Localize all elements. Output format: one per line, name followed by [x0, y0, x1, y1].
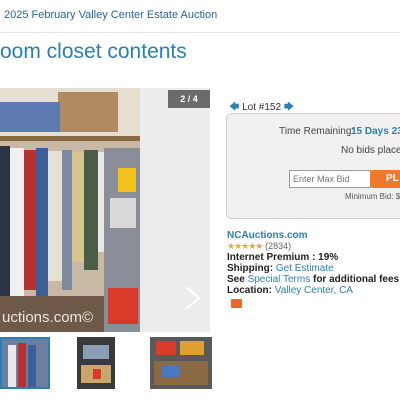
chevron-right-icon[interactable] [182, 286, 202, 310]
minimum-bid: Minimum Bid: $1 [345, 192, 400, 201]
main-photo[interactable]: uctions.com© [0, 88, 140, 332]
thumbnail-1[interactable] [0, 337, 50, 389]
arrow-right-icon[interactable]: 🡆 [284, 102, 294, 113]
rating-count: (2834) [265, 241, 292, 251]
time-remaining-label: Time Remaining: [279, 126, 355, 137]
location-label: Location: [227, 285, 272, 296]
terms-prefix: See [227, 274, 245, 285]
premium-label: Internet Premium : [227, 252, 316, 263]
place-bid-button[interactable]: PL [370, 170, 400, 188]
bid-status: No bids placed [341, 145, 400, 156]
top-bar: 2025 February Valley Center Estate Aucti… [0, 0, 400, 33]
shipping-estimate-link[interactable]: Get Estimate [276, 263, 334, 274]
time-remaining-value: 15 Days 23 [351, 126, 400, 137]
max-bid-input[interactable] [289, 170, 371, 188]
image-gallery: uctions.com© 2 / 4 [0, 88, 210, 332]
minimum-bid-label: Minimum Bid: [345, 192, 394, 201]
location-link[interactable]: Valley Center, CA [275, 285, 353, 296]
page-title: oom closet contents [0, 40, 187, 63]
bid-panel: Time Remaining: 15 Days 23 No bids place… [226, 113, 400, 219]
thumbnail-2[interactable] [77, 337, 115, 389]
lot-number: Lot #152 [242, 102, 282, 113]
seller-info: NCAuctions.com ★★★★★ (2834) Internet Pre… [227, 230, 399, 296]
thumbnail-3[interactable] [150, 337, 212, 389]
rating-stars-icon: ★★★★★ [227, 241, 263, 251]
seller-name-link[interactable]: NCAuctions.com [227, 230, 308, 241]
auction-name-link[interactable]: 2025 February Valley Center Estate Aucti… [4, 9, 217, 21]
watermark: uctions.com© [2, 309, 93, 326]
special-terms-link[interactable]: Special Terms [248, 274, 311, 285]
arrow-left-icon[interactable]: 🡄 [229, 102, 239, 113]
premium-value: 19% [318, 252, 339, 263]
image-counter: 2 / 4 [168, 90, 210, 108]
terms-suffix: for additional fees [312, 274, 400, 285]
rss-icon[interactable] [231, 299, 242, 308]
minimum-bid-value: $1 [395, 192, 400, 201]
shipping-label: Shipping: [227, 263, 274, 274]
place-bid-label: PL [386, 173, 399, 184]
